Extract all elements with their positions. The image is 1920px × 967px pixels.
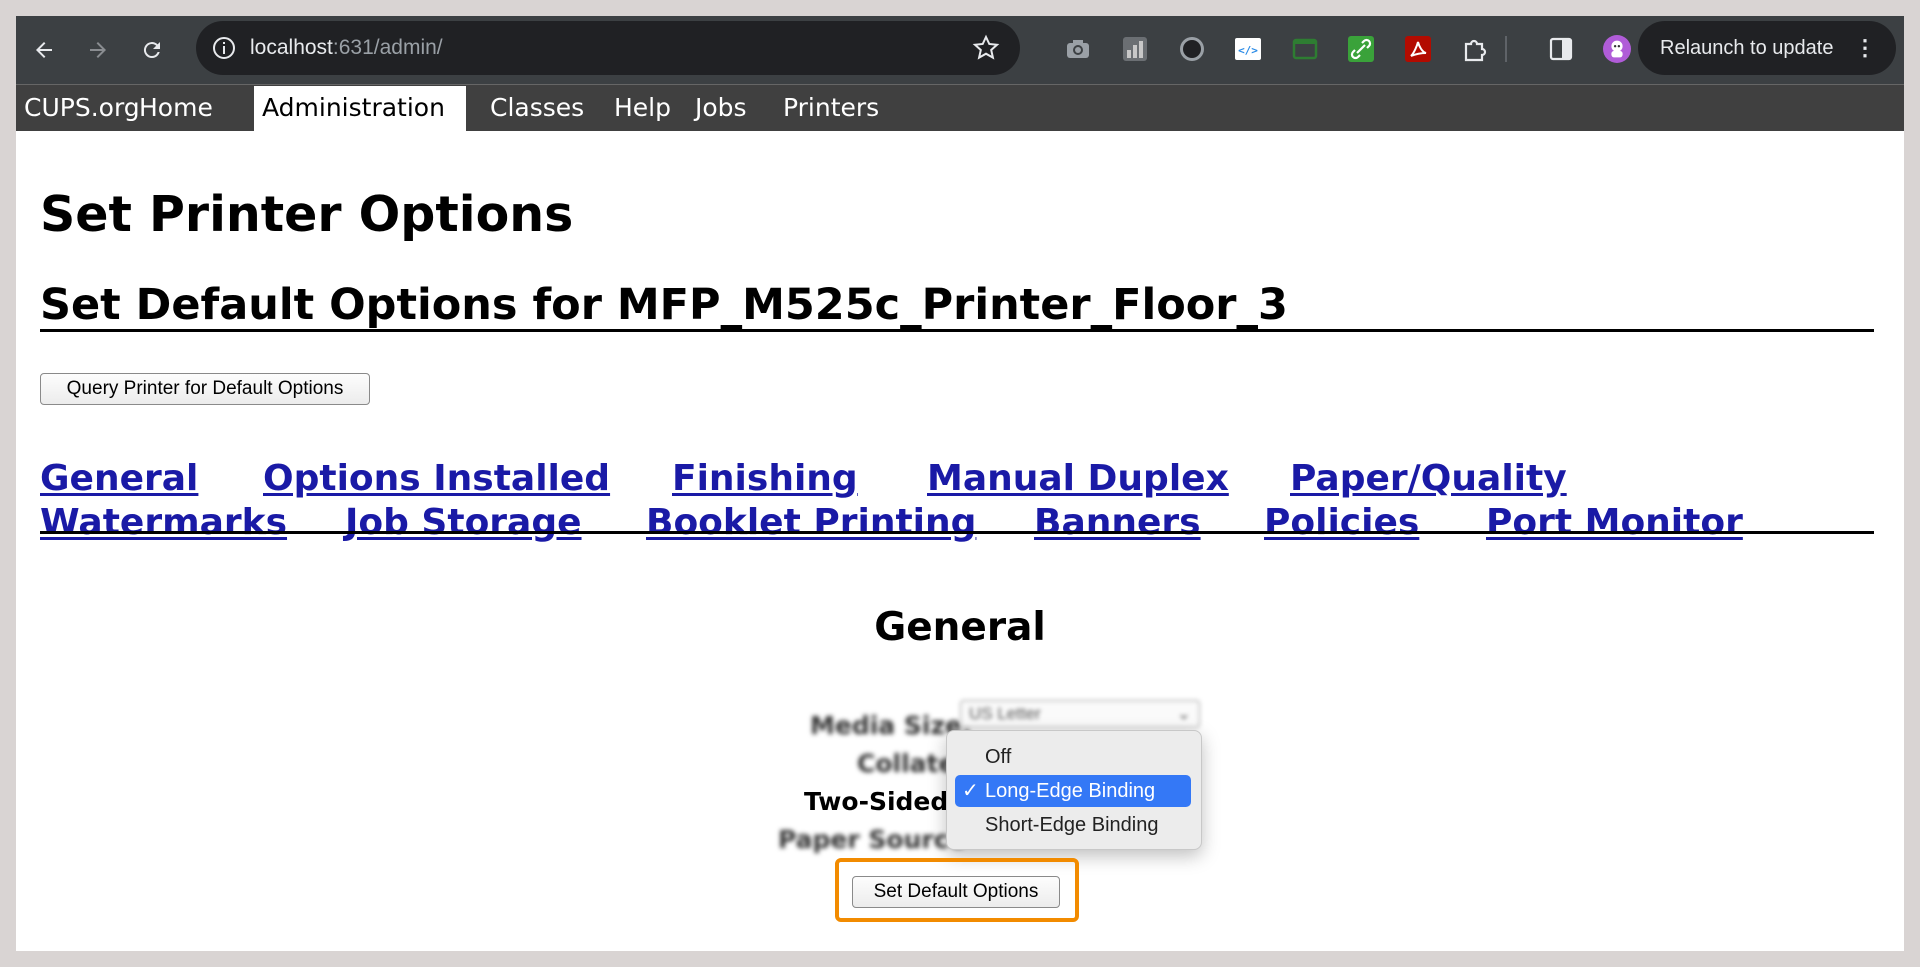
tab-watermarks[interactable]: Watermarks xyxy=(40,502,287,543)
option-long-edge-binding[interactable]: ✓ Long-Edge Binding xyxy=(955,775,1191,807)
tab-general[interactable]: General xyxy=(40,458,198,499)
chevron-down-icon: ⌄ xyxy=(1176,704,1191,723)
media-size-value: US Letter xyxy=(969,704,1041,723)
nav-home[interactable]: Home xyxy=(131,86,221,131)
section-divider xyxy=(40,329,1874,332)
reload-icon xyxy=(143,42,160,59)
address-url[interactable]: localhost:631/admin/ xyxy=(250,21,443,75)
toolbar-divider xyxy=(1505,36,1507,62)
two-sided-dropdown[interactable]: Off ✓ Long-Edge Binding Short-Edge Bindi… xyxy=(946,730,1202,850)
section-title: Set Default Options for MFP_M525c_Printe… xyxy=(40,280,1288,330)
nav-cups-org[interactable]: CUPS.org xyxy=(16,86,148,131)
option-short-edge-binding[interactable]: Short-Edge Binding xyxy=(955,809,1191,841)
browser-toolbar: localhost:631/admin/ </> Relaunch to upd… xyxy=(16,16,1904,84)
two-sided-label: Two-Sided xyxy=(804,787,949,816)
nav-help[interactable]: Help xyxy=(606,86,679,131)
paper-source-label: Paper Source xyxy=(778,825,966,854)
relaunch-button[interactable]: Relaunch to update ⋮ xyxy=(1638,21,1896,75)
chart-icon[interactable] xyxy=(1121,35,1149,63)
nav-jobs[interactable]: Jobs xyxy=(687,86,755,131)
tab-policies[interactable]: Policies xyxy=(1264,502,1419,543)
site-info-icon[interactable] xyxy=(210,34,238,62)
sidepanel-icon[interactable] xyxy=(1547,35,1575,63)
tab-job-storage[interactable]: Job Storage xyxy=(345,502,582,543)
option-off[interactable]: Off xyxy=(955,741,1191,773)
forward-arrow-icon xyxy=(90,42,106,58)
window-icon[interactable] xyxy=(1291,35,1319,63)
camera-icon[interactable] xyxy=(1064,35,1092,63)
profile-avatar[interactable] xyxy=(1603,35,1631,63)
general-heading: General xyxy=(874,605,1046,650)
nav-administration[interactable]: Administration xyxy=(254,86,466,131)
nav-printers[interactable]: Printers xyxy=(775,86,887,131)
tabs-divider xyxy=(40,531,1874,534)
forward-button[interactable] xyxy=(78,30,118,70)
media-size-select[interactable]: US Letter ⌄ xyxy=(960,700,1200,728)
cups-nav-bar: CUPS.org Home Administration Classes Hel… xyxy=(16,84,1904,131)
tab-banners[interactable]: Banners xyxy=(1034,502,1201,543)
puzzle-icon[interactable] xyxy=(1461,35,1489,63)
tab-booklet-printing[interactable]: Booklet Printing xyxy=(646,502,976,543)
nav-classes[interactable]: Classes xyxy=(482,86,592,131)
link-icon[interactable] xyxy=(1347,35,1375,63)
tab-paper-quality[interactable]: Paper/Quality xyxy=(1290,458,1567,499)
back-arrow-icon xyxy=(36,42,52,58)
address-bar[interactable]: localhost:631/admin/ xyxy=(196,21,1020,75)
tab-finishing[interactable]: Finishing xyxy=(672,458,858,499)
code-icon[interactable]: </> xyxy=(1234,35,1262,63)
pdf-icon[interactable] xyxy=(1404,35,1432,63)
circle-icon[interactable] xyxy=(1178,35,1206,63)
collate-label: Collate xyxy=(857,749,956,778)
checkmark-icon: ✓ xyxy=(962,780,979,802)
browser-window: localhost:631/admin/ </> Relaunch to upd… xyxy=(16,16,1904,951)
tab-options-installed[interactable]: Options Installed xyxy=(263,458,610,499)
page-title: Set Printer Options xyxy=(40,186,574,243)
svg-text:</>: </> xyxy=(1238,44,1258,57)
back-button[interactable] xyxy=(24,30,64,70)
bookmark-star-icon[interactable] xyxy=(972,34,1000,62)
set-default-options-button[interactable]: Set Default Options xyxy=(852,876,1060,908)
reload-button[interactable] xyxy=(132,30,172,70)
tab-port-monitor[interactable]: Port Monitor xyxy=(1486,502,1743,543)
tab-manual-duplex[interactable]: Manual Duplex xyxy=(927,458,1229,499)
menu-dots-icon[interactable]: ⋮ xyxy=(1854,21,1876,75)
query-printer-button[interactable]: Query Printer for Default Options xyxy=(40,373,370,405)
relaunch-label: Relaunch to update xyxy=(1660,37,1834,59)
